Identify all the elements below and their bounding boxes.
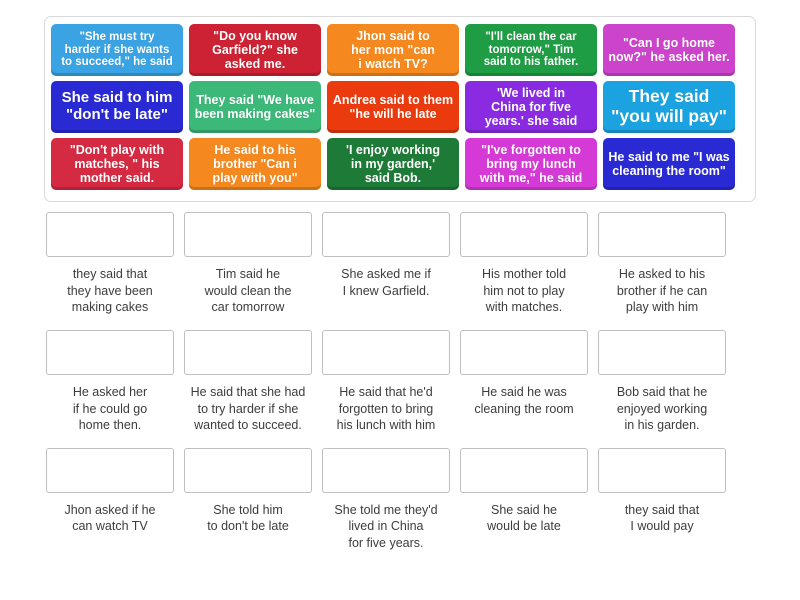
answer-slot: She told me they'd lived in China for fi…	[320, 447, 452, 552]
tile-label: "I'll clean the car tomorrow," Tim said …	[483, 30, 579, 69]
answer-slot: they said that they have been making cak…	[44, 212, 176, 316]
slot-label: She asked me if I knew Garfield.	[341, 267, 431, 298]
slot-label: She said he would be late	[487, 502, 561, 534]
tile-label: He said to his brother "Can i play with …	[212, 143, 298, 185]
answer-slot: He said that he'd forgotten to bring his…	[320, 329, 452, 434]
drop-box[interactable]	[46, 447, 174, 493]
draggable-tile[interactable]: Jhon said to her mom "can i watch TV?	[327, 24, 459, 76]
matching-activity-page: "She must try harder if she wants to suc…	[0, 0, 800, 600]
slot-label: He said that she had to try harder if sh…	[190, 384, 306, 433]
drop-box[interactable]	[46, 212, 174, 257]
drop-box[interactable]	[184, 329, 312, 375]
answer-slot: He asked her if he could go home then.	[44, 329, 176, 434]
tile-label: They said "you will pay"	[611, 86, 727, 126]
draggable-tile[interactable]: He said to his brother "Can i play with …	[189, 138, 321, 190]
drop-box[interactable]	[460, 447, 588, 493]
draggable-tile[interactable]: "She must try harder if she wants to suc…	[51, 24, 183, 76]
tile-row: She said to him "don't be late" They said…	[51, 81, 749, 133]
drop-box[interactable]	[322, 447, 450, 493]
draggable-tile[interactable]: She said to him "don't be late"	[51, 81, 183, 133]
answer-slot: His mother told him not to play with mat…	[458, 212, 590, 316]
slot-row: He asked her if he could go home then. He…	[44, 329, 756, 434]
slot-row: Jhon asked if he can watch TV She told hi…	[44, 447, 756, 552]
draggable-tile[interactable]: They said "you will pay"	[603, 81, 735, 133]
draggable-tile[interactable]: "I've forgotten to bring my lunch with m…	[465, 138, 597, 190]
drop-box[interactable]	[460, 329, 588, 375]
slot-label: He said he was cleaning the room	[474, 384, 574, 416]
slot-label: She told me they'd lived in China for fi…	[334, 502, 438, 550]
drop-box[interactable]	[46, 329, 174, 375]
answer-slot: Tim said he would clean the car tomorrow	[182, 212, 314, 316]
answer-slot: She said he would be late	[458, 447, 590, 552]
answer-slot: She asked me if I knew Garfield.	[320, 212, 452, 316]
tile-label: He said to me "I was cleaning the room"	[608, 150, 730, 178]
slot-label: He said that he'd forgotten to bring his…	[336, 384, 436, 433]
slot-label: His mother told him not to play with mat…	[481, 267, 567, 315]
draggable-tile[interactable]: 'We lived in China for five years.' she …	[465, 81, 597, 133]
slot-label: He asked to his brother if he can play w…	[616, 267, 708, 315]
tile-label: "Don't play with matches, " his mother s…	[69, 143, 165, 185]
draggable-tile[interactable]: Andrea said to them "he will he late	[327, 81, 459, 133]
drop-box[interactable]	[598, 212, 726, 257]
tile-label: Jhon said to her mom "can i watch TV?	[351, 29, 435, 71]
drop-box[interactable]	[322, 212, 450, 257]
slot-label: She told him to don't be late	[207, 502, 289, 534]
tile-label: "Do you know Garfield?" she asked me.	[212, 29, 298, 71]
tile-label: 'I enjoy working in my garden,' said Bob…	[346, 143, 440, 185]
slot-label: they said that I would pay	[624, 502, 700, 534]
draggable-tile[interactable]: "Do you know Garfield?" she asked me.	[189, 24, 321, 76]
answer-slot: they said that I would pay	[596, 447, 728, 552]
draggable-tile[interactable]: "I'll clean the car tomorrow," Tim said …	[465, 24, 597, 76]
draggable-tiles-panel: "She must try harder if she wants to suc…	[44, 16, 756, 202]
answer-slot: He said he was cleaning the room	[458, 329, 590, 434]
drop-box[interactable]	[460, 212, 588, 257]
slot-label: Tim said he would clean the car tomorrow	[204, 267, 292, 315]
slot-label: Jhon asked if he can watch TV	[64, 502, 156, 534]
answer-slot: He said that she had to try harder if sh…	[182, 329, 314, 434]
slot-row: they said that they have been making cak…	[44, 212, 756, 316]
slot-label: Bob said that he enjoyed working in his …	[616, 384, 708, 433]
tile-row: "She must try harder if she wants to suc…	[51, 24, 749, 76]
draggable-tile[interactable]: 'I enjoy working in my garden,' said Bob…	[327, 138, 459, 190]
answer-slot: He asked to his brother if he can play w…	[596, 212, 728, 316]
tile-label: "Can I go home now?" he asked her.	[608, 36, 730, 64]
draggable-tile[interactable]: He said to me "I was cleaning the room"	[603, 138, 735, 190]
draggable-tile[interactable]: They said "We have been making cakes"	[189, 81, 321, 133]
answer-slots-grid: they said that they have been making cak…	[44, 212, 756, 566]
drop-box[interactable]	[184, 212, 312, 257]
slot-label: they said that they have been making cak…	[67, 267, 153, 315]
tile-label: "I've forgotten to bring my lunch with m…	[479, 143, 583, 185]
draggable-tile[interactable]: "Can I go home now?" he asked her.	[603, 24, 735, 76]
answer-slot: Bob said that he enjoyed working in his …	[596, 329, 728, 434]
tile-row: "Don't play with matches, " his mother s…	[51, 138, 749, 190]
tile-label: Andrea said to them "he will he late	[332, 93, 454, 121]
drop-box[interactable]	[184, 447, 312, 493]
answer-slot: Jhon asked if he can watch TV	[44, 447, 176, 552]
drop-box[interactable]	[598, 447, 726, 493]
tile-label: They said "We have been making cakes"	[194, 93, 316, 121]
answer-slot: She told him to don't be late	[182, 447, 314, 552]
tile-label: She said to him "don't be late"	[61, 89, 173, 123]
tile-label: "She must try harder if she wants to suc…	[61, 30, 173, 69]
draggable-tile[interactable]: "Don't play with matches, " his mother s…	[51, 138, 183, 190]
drop-box[interactable]	[598, 329, 726, 375]
slot-label: He asked her if he could go home then.	[72, 384, 148, 433]
drop-box[interactable]	[322, 329, 450, 375]
tile-label: 'We lived in China for five years.' she …	[484, 86, 578, 128]
